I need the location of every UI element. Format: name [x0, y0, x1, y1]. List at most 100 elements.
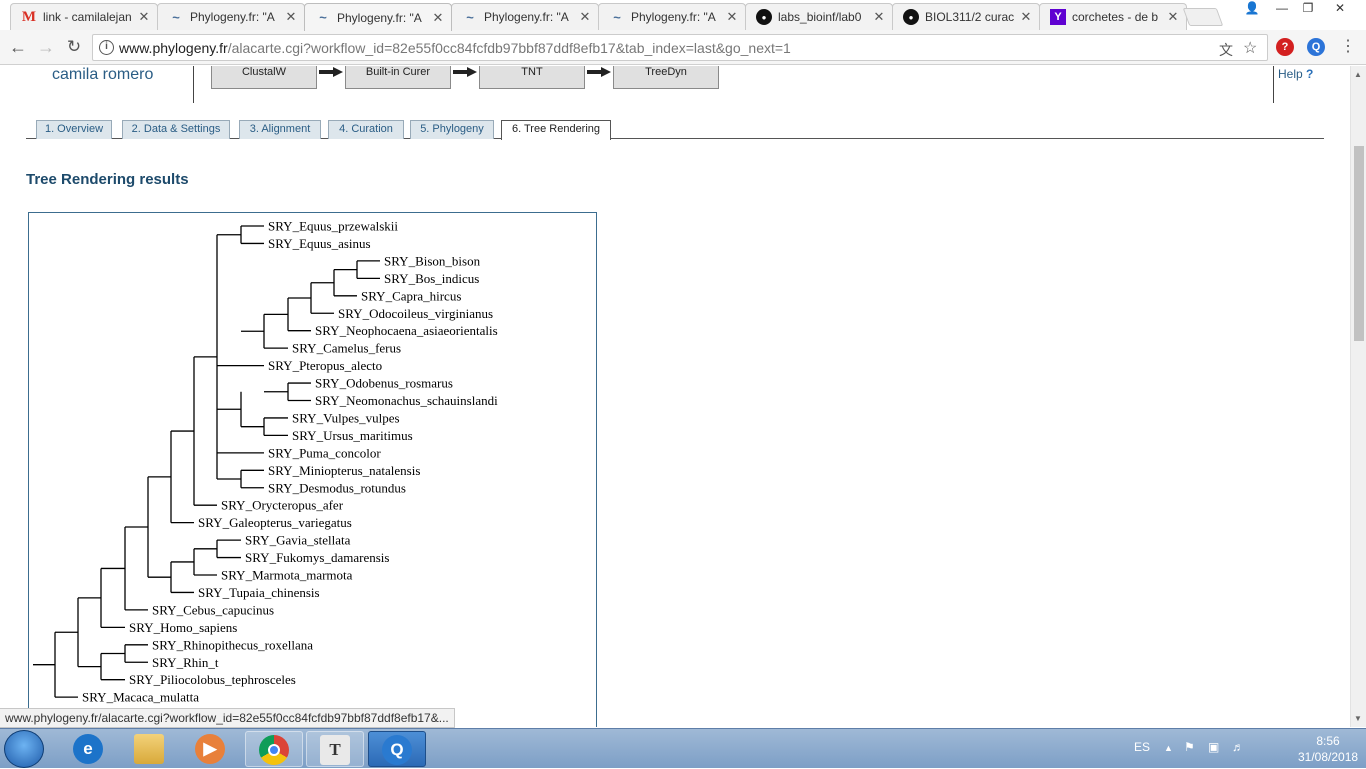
- language-indicator[interactable]: ES: [1134, 740, 1150, 754]
- taskbar-internet-explorer[interactable]: e: [60, 731, 118, 767]
- site-info-icon[interactable]: i: [99, 40, 114, 55]
- media-player-icon: ▶: [195, 734, 225, 764]
- menu-icon[interactable]: ⋮: [1336, 36, 1360, 58]
- user-profile-icon[interactable]: 👤: [1238, 0, 1266, 18]
- browser-tab[interactable]: ~ Phylogeny.fr: "A ✕: [157, 3, 305, 30]
- tree-leaf-label: SRY_Equus_przewalskii: [268, 219, 398, 234]
- close-window-button[interactable]: ✕: [1326, 0, 1354, 18]
- tab-close-icon[interactable]: ✕: [872, 9, 886, 25]
- browser-tab[interactable]: Mlink - camilalejan ✕: [10, 3, 158, 30]
- system-tray: ES ▲ ⚑ ▣ ♬ 8:56 31/08/2018: [1128, 729, 1358, 769]
- workflow-arrow-icon: [453, 67, 477, 77]
- browser-tab[interactable]: ~ Phylogeny.fr: "A ✕: [304, 3, 452, 31]
- address-bar[interactable]: i www.phylogeny.fr/alacarte.cgi?workflow…: [92, 34, 1268, 61]
- browser-tab[interactable]: ~ Phylogeny.fr: "A ✕: [451, 3, 599, 30]
- tree-leaf-label: SRY_Tupaia_chinensis: [198, 585, 320, 600]
- scroll-up-icon[interactable]: ▲: [1354, 70, 1362, 79]
- tree-leaf-label: SRY_Fukomys_damarensis: [245, 550, 389, 565]
- tree-leaf-label: SRY_Neomonachus_schauinslandi: [315, 393, 498, 408]
- workflow-step[interactable]: TNT: [479, 66, 585, 89]
- tree-leaf-label: SRY_Rhin_t: [152, 655, 219, 670]
- tree-leaf-label: SRY_Galeopterus_variegatus: [198, 515, 352, 530]
- taskbar-file-explorer[interactable]: [121, 731, 179, 767]
- text-editor-icon: T: [320, 735, 350, 765]
- tree-leaf-label: SRY_Orycteropus_afer: [221, 498, 344, 513]
- back-button[interactable]: ←: [6, 36, 30, 58]
- tab-5[interactable]: 5. Phylogeny: [410, 120, 494, 139]
- taskbar-text-editor[interactable]: T: [306, 731, 364, 767]
- tree-leaf-label: SRY_Vulpes_vulpes: [292, 410, 400, 425]
- workflow-arrow-icon: [587, 67, 611, 77]
- ie-icon: e: [73, 734, 103, 764]
- volume-icon[interactable]: ♬: [1232, 740, 1244, 754]
- taskbar-search-app[interactable]: Q: [368, 731, 426, 767]
- tree-leaf-label: SRY_Odocoileus_virginianus: [338, 306, 493, 321]
- tab-close-icon[interactable]: ✕: [284, 9, 298, 25]
- translate-icon[interactable]: 文: [1219, 40, 1233, 60]
- tab-close-icon[interactable]: ✕: [1019, 9, 1033, 25]
- phylogeny-icon: ~: [613, 9, 621, 25]
- tab-close-icon[interactable]: ✕: [431, 10, 445, 26]
- workflow-tabs: 1. Overview 2. Data & Settings 3. Alignmen…: [26, 120, 1324, 140]
- scroll-down-icon[interactable]: ▼: [1354, 714, 1362, 723]
- folder-icon: [134, 734, 164, 764]
- restore-button[interactable]: ❐: [1294, 0, 1322, 18]
- tab-title: Phylogeny.fr: "A: [484, 10, 569, 24]
- github-icon: ●: [756, 9, 772, 25]
- bookmark-star-icon[interactable]: ☆: [1243, 38, 1257, 58]
- show-hidden-icons[interactable]: ▲: [1164, 743, 1173, 753]
- browser-tab[interactable]: Ycorchetes - de b ✕: [1039, 3, 1187, 30]
- workflow-step[interactable]: ClustalW: [211, 66, 317, 89]
- link-status-bar: www.phylogeny.fr/alacarte.cgi?workflow_i…: [0, 708, 455, 728]
- network-icon[interactable]: ▣: [1208, 740, 1219, 754]
- new-tab-button[interactable]: [1182, 8, 1224, 26]
- clock[interactable]: 8:56 31/08/2018: [1298, 733, 1358, 765]
- tab-title: labs_bioinf/lab0: [778, 10, 862, 24]
- workflow-step[interactable]: Built-in Curer: [345, 66, 451, 89]
- search-extension-icon[interactable]: Q: [1307, 38, 1325, 56]
- taskbar-media-player[interactable]: ▶: [182, 731, 240, 767]
- workflow-arrow-icon: [319, 67, 343, 77]
- vertical-scrollbar[interactable]: ▲ ▼: [1350, 66, 1366, 727]
- tab-title: corchetes - de b: [1072, 10, 1159, 24]
- help-icon: ?: [1306, 67, 1314, 81]
- scrollbar-thumb[interactable]: [1354, 146, 1364, 341]
- search-icon: Q: [382, 735, 412, 765]
- browser-tab-strip: Mlink - camilalejan ✕ ~ Phylogeny.fr: "A ✕ ~ P…: [0, 0, 1366, 31]
- start-button[interactable]: [4, 730, 44, 768]
- browser-tab[interactable]: ● labs_bioinf/lab0 ✕: [745, 3, 893, 30]
- help-link[interactable]: Help ?: [1278, 67, 1313, 81]
- phylogenetic-tree: SRY_Equus_przewalskii SRY_Equus_asinus SRY…: [33, 219, 498, 705]
- tab-close-icon[interactable]: ✕: [1166, 9, 1180, 25]
- tab-close-icon[interactable]: ✕: [137, 9, 151, 25]
- extension-icon[interactable]: ?: [1276, 38, 1294, 56]
- browser-tab[interactable]: ● BIOL311/2 curac ✕: [892, 3, 1040, 30]
- user-name: camila romero: [52, 66, 154, 83]
- reload-button[interactable]: ↻: [62, 36, 86, 58]
- flag-icon[interactable]: ⚑: [1184, 740, 1195, 754]
- forward-button[interactable]: →: [34, 36, 58, 58]
- tree-leaf-label: SRY_Rhinopithecus_roxellana: [152, 637, 313, 652]
- browser-tab[interactable]: ~ Phylogeny.fr: "A ✕: [598, 3, 746, 30]
- tree-leaf-label: SRY_Cebus_capucinus: [152, 602, 274, 617]
- tree-leaf-label: SRY_Bison_bison: [384, 253, 481, 268]
- chrome-icon: [259, 735, 289, 765]
- workflow-step[interactable]: TreeDyn: [613, 66, 719, 89]
- taskbar-chrome[interactable]: [245, 731, 303, 767]
- tree-leaf-label: SRY_Pteropus_alecto: [268, 358, 382, 373]
- tab-close-icon[interactable]: ✕: [578, 9, 592, 25]
- yahoo-icon: Y: [1050, 9, 1066, 25]
- tree-leaf-label: SRY_Equus_asinus: [268, 236, 371, 251]
- tab-close-icon[interactable]: ✕: [725, 9, 739, 25]
- tab-title: Phylogeny.fr: "A: [190, 10, 275, 24]
- tab-6[interactable]: 6. Tree Rendering: [501, 120, 611, 140]
- tree-leaf-label: SRY_Capra_hircus: [361, 288, 461, 303]
- tree-leaf-label: SRY_Neophocaena_asiaeorientalis: [315, 323, 498, 338]
- tab-2[interactable]: 2. Data & Settings: [122, 120, 230, 139]
- tree-leaf-label: SRY_Puma_concolor: [268, 445, 381, 460]
- tab-1[interactable]: 1. Overview: [36, 120, 112, 139]
- tab-3[interactable]: 3. Alignment: [239, 120, 321, 139]
- minimize-button[interactable]: —: [1268, 0, 1296, 18]
- tab-4[interactable]: 4. Curation: [328, 120, 404, 139]
- address-url[interactable]: www.phylogeny.fr/alacarte.cgi?workflow_i…: [119, 40, 791, 56]
